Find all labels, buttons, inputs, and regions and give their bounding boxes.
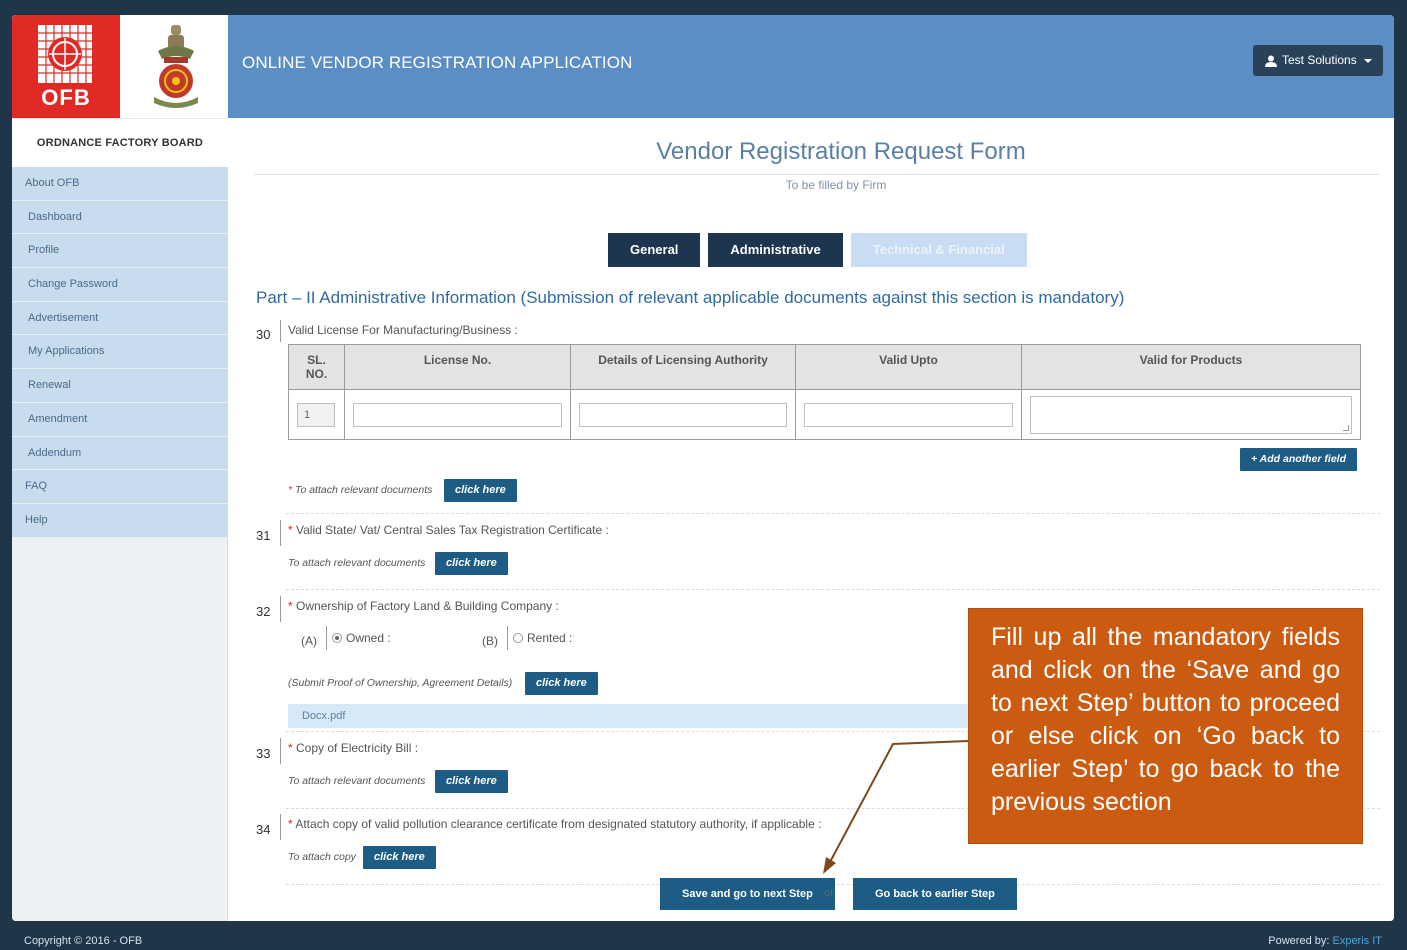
licensing-authority-input[interactable] — [579, 402, 787, 427]
license-table: SL. NO. License No. Details of Licensing … — [288, 344, 1361, 440]
form-title: Vendor Registration Request Form — [656, 138, 1026, 165]
section-separator — [286, 589, 1380, 590]
section-33-label: * Copy of Electricity Bill : — [288, 741, 419, 755]
resize-handle-icon[interactable] — [1343, 424, 1349, 431]
section-separator — [286, 513, 1380, 514]
sidebar-nav: About OFB Dashboard Profile Change Passw… — [12, 167, 228, 538]
footer-copyright: Copyright © 2016 - OFB — [24, 935, 143, 947]
sidebar: OFB ORDNANCE FACTORY BOARD About OFB Das… — [12, 15, 228, 921]
sidebar-item-my-applications[interactable]: My Applications — [12, 335, 228, 370]
user-icon — [1265, 55, 1277, 67]
section-number: 32 — [256, 604, 271, 619]
valid-upto-input[interactable] — [804, 402, 1013, 427]
section-number: 34 — [256, 822, 271, 837]
valid-products-textarea[interactable] — [1030, 395, 1352, 434]
column-header: Valid Upto — [795, 344, 1022, 390]
sidebar-item-addendum[interactable]: Addendum — [12, 436, 228, 471]
sidebar-item-advertisement[interactable]: Advertisement — [12, 301, 228, 336]
go-back-button[interactable]: Go back to earlier Step — [853, 878, 1017, 910]
form-subtitle: To be filled by Firm — [785, 178, 887, 192]
tab-administrative[interactable]: Administrative — [708, 233, 843, 267]
column-header: Details of Licensing Authority — [570, 344, 796, 390]
title-divider — [254, 174, 1380, 175]
sidebar-item-change-password[interactable]: Change Password — [12, 268, 228, 302]
ofb-logo[interactable]: OFB — [12, 15, 120, 118]
user-name: Test Solutions — [1282, 53, 1357, 67]
column-header: License No. — [344, 344, 571, 390]
top-header: ONLINE VENDOR REGISTRATION APPLICATION T… — [228, 15, 1394, 118]
attach-button[interactable]: click here — [444, 479, 517, 502]
option-divider — [326, 626, 327, 650]
powered-by-link[interactable]: Experis IT — [1332, 935, 1382, 947]
sidebar-item-renewal[interactable]: Renewal — [12, 369, 228, 403]
proof-hint: (Submit Proof of Ownership, Agreement De… — [288, 677, 513, 689]
option-b-tag: (B) — [482, 634, 498, 648]
save-next-button[interactable]: Save and go to next Step — [660, 878, 835, 910]
org-name: ORDNANCE FACTORY BOARD — [12, 118, 228, 167]
add-another-field-button[interactable]: + Add another field — [1240, 448, 1357, 471]
attach-button[interactable]: click here — [435, 552, 508, 575]
attach-hint: To attach relevant documents — [288, 775, 426, 787]
sidebar-item-about[interactable]: About OFB — [12, 167, 228, 201]
powered-by-label: Powered by: — [1268, 935, 1330, 947]
table-row: 1 — [288, 389, 1361, 440]
app-title: ONLINE VENDOR REGISTRATION APPLICATION — [242, 53, 633, 72]
sidebar-item-profile[interactable]: Profile — [12, 234, 228, 269]
instruction-callout: Fill up all the mandatory fields and cli… — [968, 608, 1363, 844]
attach-hint: To attach copy — [288, 851, 356, 863]
sidebar-item-amendment[interactable]: Amendment — [12, 402, 228, 437]
option-a-tag: (A) — [301, 634, 317, 648]
tab-technical-financial[interactable]: Technical & Financial — [850, 233, 1027, 267]
sidebar-item-dashboard[interactable]: Dashboard — [12, 200, 228, 235]
national-emblem-icon — [154, 25, 198, 108]
part-heading: Part – II Administrative Information (Su… — [256, 288, 1125, 307]
option-owned[interactable]: Owned : — [332, 631, 391, 645]
column-header: Valid for Products — [1021, 344, 1361, 390]
sidebar-item-faq[interactable]: FAQ — [12, 470, 228, 504]
or-label: or — [824, 887, 834, 899]
section-divider — [280, 814, 281, 840]
radio-rented[interactable] — [513, 633, 523, 643]
section-divider — [280, 320, 281, 342]
section-32-label: * Ownership of Factory Land & Building C… — [288, 599, 559, 613]
section-34-label: * Attach copy of valid pollution clearan… — [288, 817, 822, 831]
section-divider — [280, 596, 281, 622]
column-header: SL. NO. — [288, 344, 345, 390]
logo-area: OFB — [12, 15, 228, 118]
caret-down-icon — [1363, 58, 1372, 63]
section-31-label: * Valid State/ Vat/ Central Sales Tax Re… — [288, 523, 609, 537]
section-number: 33 — [256, 746, 271, 761]
footer-powered-by: Powered by: Experis IT — [1268, 935, 1382, 947]
radio-owned[interactable] — [332, 633, 342, 643]
section-number: 31 — [256, 528, 271, 543]
section-divider — [280, 738, 281, 764]
ofb-logo-text: OFB — [41, 85, 91, 110]
option-rented[interactable]: Rented : — [513, 631, 572, 645]
section-number: 30 — [256, 327, 271, 342]
attach-hint: To attach relevant documents — [288, 557, 426, 569]
uploaded-file[interactable]: Docx.pdf — [288, 704, 988, 728]
sidebar-item-help[interactable]: Help — [12, 503, 228, 538]
step-tabs: General Administrative Technical & Finan… — [608, 233, 1027, 267]
section-divider — [280, 520, 281, 546]
user-menu-button[interactable]: Test Solutions — [1253, 45, 1383, 76]
license-no-input[interactable] — [353, 402, 562, 427]
tab-general[interactable]: General — [608, 233, 701, 267]
attach-hint: * To attach relevant documents — [288, 484, 433, 496]
attach-button[interactable]: click here — [363, 846, 436, 869]
sl-no-field: 1 — [297, 402, 335, 427]
section-30-label: Valid License For Manufacturing/Business… — [288, 323, 518, 337]
attach-button[interactable]: click here — [435, 770, 508, 793]
option-divider — [507, 626, 508, 650]
ofb-grid-icon — [38, 25, 92, 83]
attach-button[interactable]: click here — [525, 672, 598, 695]
